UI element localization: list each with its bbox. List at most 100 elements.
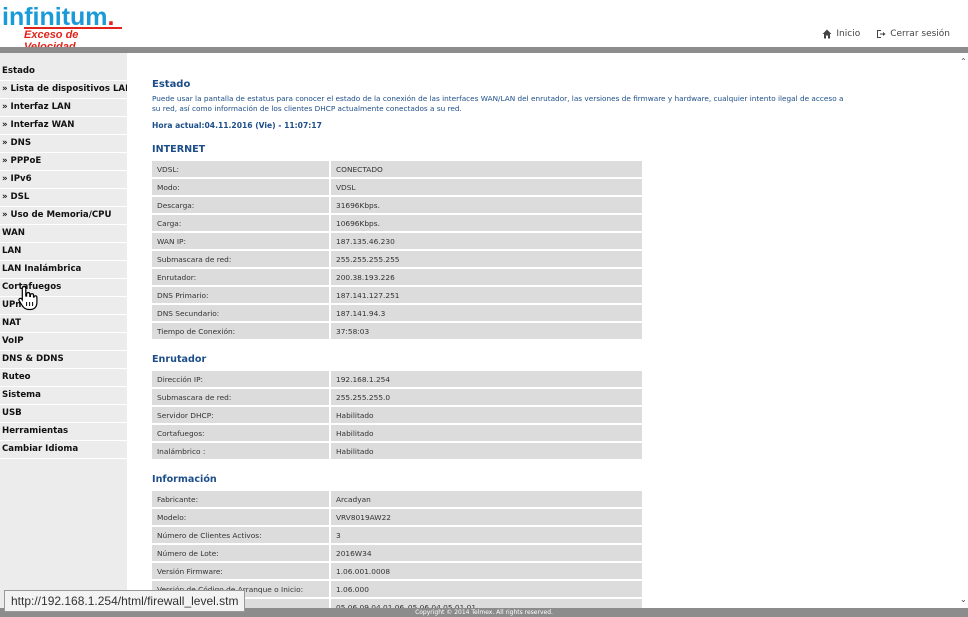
status-bar-url: http://192.168.1.254/html/firewall_level…: [4, 590, 246, 612]
home-icon: [822, 29, 832, 39]
table-row: Número de Lote: 2016W34: [152, 544, 644, 563]
row-value: Habilitado: [330, 424, 644, 443]
row-key: WAN IP:: [152, 232, 331, 251]
sidebar-item-cambiar-idioma[interactable]: Cambiar Idioma: [0, 441, 127, 459]
table-row: Submascara de red: 255.255.255.255: [152, 250, 644, 269]
table-row: Descarga: 31696Kbps.: [152, 196, 644, 215]
row-key: Enrutador:: [152, 268, 331, 287]
row-key: Número de Clientes Activos:: [152, 526, 331, 545]
sidebar-item-voip[interactable]: VoIP: [0, 333, 127, 351]
table-row: Modelo: VRV8019AW22: [152, 508, 644, 527]
header: infinitum. Exceso de Velocidad Inicio Ce…: [0, 0, 968, 53]
section-title-informacion: Información: [152, 474, 217, 485]
row-key: Submascara de red:: [152, 388, 331, 407]
row-value: 1.06.001.0008: [330, 562, 644, 581]
sidebar-item-dsl[interactable]: » DSL: [0, 189, 127, 207]
row-value: 255.255.255.255: [330, 250, 644, 269]
row-key: Carga:: [152, 214, 331, 233]
page-title: Estado: [152, 79, 191, 90]
copyright-text: Copyright © 2014 Telmex. All rights rese…: [415, 609, 553, 616]
hand-pointer-icon: [18, 285, 38, 311]
table-row: DNS Secundario: 187.141.94.3: [152, 304, 644, 323]
sidebar-item-lan[interactable]: LAN: [0, 243, 127, 261]
row-key: Fabricante:: [152, 491, 331, 509]
row-key: Inalámbrico :: [152, 442, 331, 461]
table-row: Servidor DHCP: Habilitado: [152, 406, 644, 425]
sidebar-item-lista-dispositivos-lan[interactable]: » Lista de dispositivos LAN: [0, 81, 132, 99]
sidebar-item-interfaz-wan[interactable]: » Interfaz WAN: [0, 117, 127, 135]
row-value: 1.06.000: [330, 580, 644, 599]
sidebar-item-usb[interactable]: USB: [0, 405, 127, 423]
row-key: Submascara de red:: [152, 250, 331, 269]
row-value: 31696Kbps.: [330, 196, 644, 215]
row-key: Servidor DHCP:: [152, 406, 331, 425]
sidebar-item-memoria-cpu[interactable]: » Uso de Memoria/CPU: [0, 207, 127, 225]
row-key: Versión Firmware:: [152, 562, 331, 581]
table-row: Dirección IP: 192.168.1.254: [152, 371, 644, 389]
row-value: CONECTADO: [330, 161, 644, 179]
row-value: 05.06.09.04.01.06_05.06.04.05.01.01: [330, 598, 644, 608]
table-row: Número de Clientes Activos: 3: [152, 526, 644, 545]
internet-table: VDSL: CONECTADO Modo: VDSL Descarga: 31696K…: [152, 161, 644, 341]
row-value: Habilitado: [330, 406, 644, 425]
table-row: Enrutador: 200.38.193.226: [152, 268, 644, 287]
sidebar-nav: Estado » Lista de dispositivos LAN » Int…: [0, 53, 132, 617]
sidebar-item-herramientas[interactable]: Herramientas: [0, 423, 127, 441]
row-key: Modo:: [152, 178, 331, 197]
table-row: Modo: VDSL: [152, 178, 644, 197]
home-link-label: Inicio: [836, 29, 861, 39]
sidebar-item-ruteo[interactable]: Ruteo: [0, 369, 127, 387]
logout-link-label: Cerrar sesión: [890, 29, 950, 39]
row-value: Arcadyan: [330, 491, 644, 509]
section-title-enrutador: Enrutador: [152, 354, 207, 365]
scroll-down-icon[interactable]: ⌄: [960, 595, 967, 604]
row-key: Número de Lote:: [152, 544, 331, 563]
infinitum-logo[interactable]: infinitum. Exceso de Velocidad: [2, 4, 122, 53]
row-value: 187.141.127.251: [330, 286, 644, 305]
scroll-up-icon[interactable]: ⌃: [960, 57, 967, 66]
row-key: Descarga:: [152, 196, 331, 215]
sidebar-item-pppoe[interactable]: » PPPoE: [0, 153, 127, 171]
row-value: 200.38.193.226: [330, 268, 644, 287]
sidebar-item-wan[interactable]: WAN: [0, 225, 127, 243]
table-row: Versión Firmware: 1.06.001.0008: [152, 562, 644, 581]
section-title-internet: INTERNET: [152, 144, 206, 155]
sidebar-item-ipv6[interactable]: » IPv6: [0, 171, 127, 189]
table-row: WAN IP: 187.135.46.230: [152, 232, 644, 251]
row-key: Modelo:: [152, 508, 331, 527]
table-row: Submascara de red: 255.255.255.0: [152, 388, 644, 407]
table-row: Carga: 10696Kbps.: [152, 214, 644, 233]
sidebar-item-interfaz-lan[interactable]: » Interfaz LAN: [0, 99, 127, 117]
row-key: Tiempo de Conexión:: [152, 322, 331, 341]
row-value: 187.135.46.230: [330, 232, 644, 251]
row-value: 187.141.94.3: [330, 304, 644, 323]
vertical-scrollbar[interactable]: ⌃ ⌄: [959, 53, 968, 608]
home-link[interactable]: Inicio: [822, 29, 860, 39]
sidebar-item-dns-ddns[interactable]: DNS & DDNS: [0, 351, 127, 369]
table-row: DNS Primario: 187.141.127.251: [152, 286, 644, 305]
page-description: Puede usar la pantalla de estatus para c…: [152, 94, 844, 113]
table-row: Fabricante: Arcadyan: [152, 491, 644, 509]
row-value: VRV8019AW22: [330, 508, 644, 527]
row-value: 255.255.255.0: [330, 388, 644, 407]
current-time: Hora actual:04.11.2016 (Vie) - 11:07:17: [152, 121, 322, 130]
logo-main-text: infinitum: [2, 3, 108, 31]
main-content: Estado Puede usar la pantalla de estatus…: [127, 53, 959, 608]
table-row: Tiempo de Conexión: 37:58:03: [152, 322, 644, 341]
row-key: Cortafuegos:: [152, 424, 331, 443]
table-row: VDSL: CONECTADO: [152, 161, 644, 179]
sidebar-item-estado[interactable]: Estado: [0, 63, 127, 81]
table-row: Cortafuegos: Habilitado: [152, 424, 644, 443]
table-row: Inalámbrico : Habilitado: [152, 442, 644, 461]
logout-link[interactable]: Cerrar sesión: [876, 29, 950, 39]
logo-dot: .: [107, 3, 115, 31]
sidebar-item-sistema[interactable]: Sistema: [0, 387, 127, 405]
row-value: Habilitado: [330, 442, 644, 461]
row-key: DNS Secundario:: [152, 304, 331, 323]
sidebar-item-nat[interactable]: NAT: [0, 315, 127, 333]
row-key: Dirección IP:: [152, 371, 331, 389]
sidebar-item-dns[interactable]: » DNS: [0, 135, 127, 153]
row-value: 192.168.1.254: [330, 371, 644, 389]
router-table: Dirección IP: 192.168.1.254 Submascara de…: [152, 371, 644, 461]
sidebar-item-lan-inalambrica[interactable]: LAN Inalámbrica: [0, 261, 127, 279]
